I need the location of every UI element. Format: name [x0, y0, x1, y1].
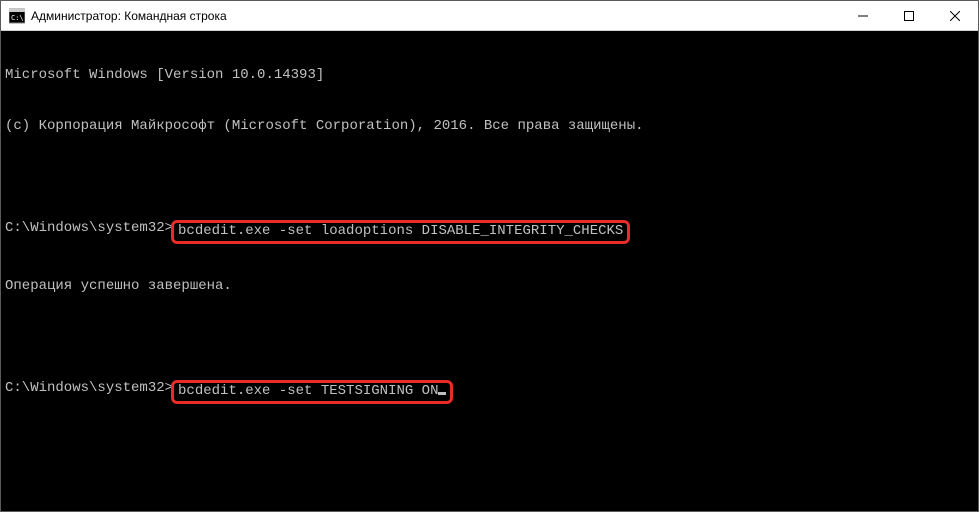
- highlight-box-2: bcdedit.exe -set TESTSIGNING ON: [171, 380, 453, 404]
- result-1: Операция успешно завершена.: [5, 278, 974, 295]
- titlebar[interactable]: C:\ Администратор: Командная строка: [1, 1, 978, 31]
- prompt-line-1: C:\Windows\system32> bcdedit.exe -set loa…: [5, 220, 974, 244]
- window-controls: [840, 1, 978, 30]
- cursor-icon: [438, 392, 446, 395]
- maximize-button[interactable]: [886, 1, 932, 30]
- svg-text:C:\: C:\: [11, 14, 24, 22]
- console-header-line1: Microsoft Windows [Version 10.0.14393]: [5, 67, 974, 84]
- prompt: C:\Windows\system32>: [5, 380, 173, 397]
- console-header-line2: (c) Корпорация Майкрософт (Microsoft Cor…: [5, 118, 974, 135]
- highlight-box-1: bcdedit.exe -set loadoptions DISABLE_INT…: [171, 220, 630, 244]
- prompt: C:\Windows\system32>: [5, 220, 173, 237]
- close-button[interactable]: [932, 1, 978, 30]
- console-area[interactable]: Microsoft Windows [Version 10.0.14393] (…: [1, 31, 978, 511]
- cmd-icon: C:\: [9, 8, 25, 24]
- cmd-window: C:\ Администратор: Командная строка Micr…: [0, 0, 979, 512]
- window-title: Администратор: Командная строка: [31, 9, 840, 23]
- command-1: bcdedit.exe -set loadoptions DISABLE_INT…: [178, 223, 623, 239]
- blank-line: [5, 329, 974, 346]
- command-2: bcdedit.exe -set TESTSIGNING ON: [178, 383, 438, 399]
- minimize-button[interactable]: [840, 1, 886, 30]
- blank-line: [5, 169, 974, 186]
- prompt-line-2: C:\Windows\system32> bcdedit.exe -set TES…: [5, 380, 974, 404]
